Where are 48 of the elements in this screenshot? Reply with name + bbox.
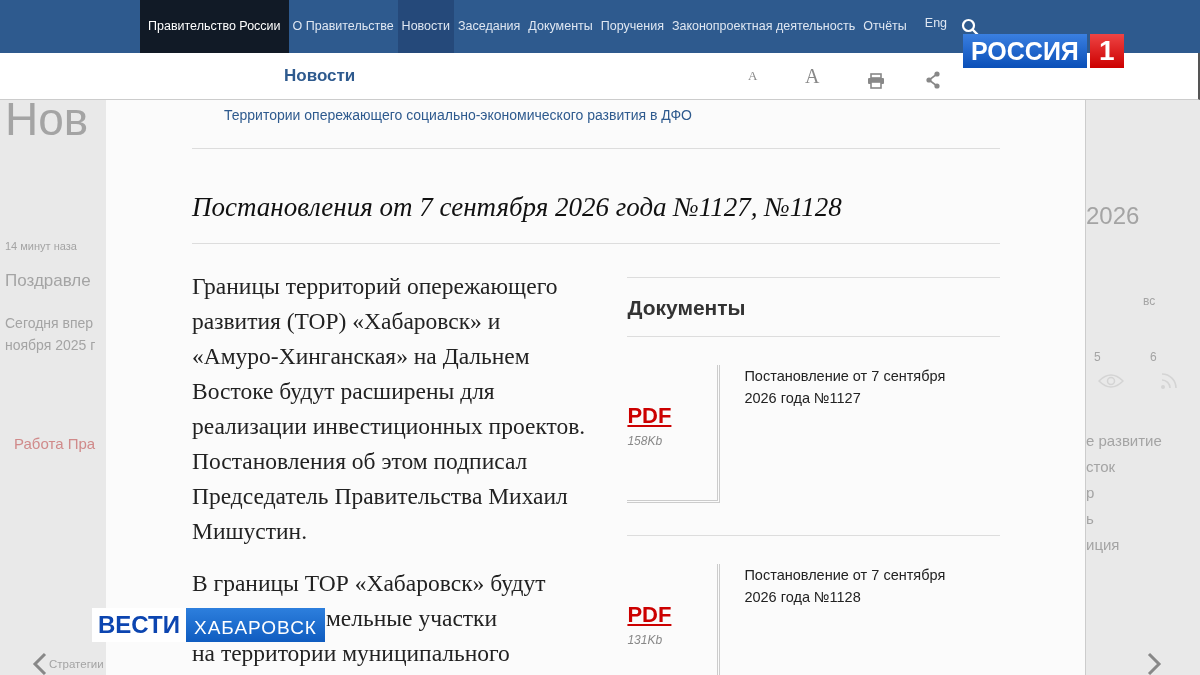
faded-text: Стратегии	[49, 657, 104, 672]
print-icon[interactable]	[867, 73, 885, 90]
font-decrease-button[interactable]: A	[748, 66, 758, 86]
channel-logo-number: 1	[1089, 34, 1124, 68]
document-title: Постановление от 7 сентября 2026 года №1127	[744, 366, 947, 408]
nav-link[interactable]: Отчёты	[859, 0, 911, 53]
region-caption: ХАБАРОВСК	[186, 608, 325, 642]
article-text-line: на территории муниципального	[192, 639, 511, 669]
faded-text: иция	[1086, 535, 1120, 555]
nav-link[interactable]: Правительство России	[140, 0, 289, 53]
article-title: Постановления от 7 сентября 2026 года №1127, №1128	[192, 191, 843, 224]
share-icon[interactable]	[925, 71, 941, 90]
breadcrumb-link[interactable]: Территории опережающего социально-экономического развития в ДФО	[224, 100, 1000, 148]
nav-link[interactable]: Законопроектная деятельность	[667, 0, 860, 53]
nav-link[interactable]: Заседания	[454, 0, 525, 53]
section-title: Новости	[284, 65, 356, 88]
pdf-link[interactable]: PDF	[627, 398, 672, 432]
nav-link[interactable]: Eng	[920, 15, 952, 31]
article-paragraph: Границы территорий опережающего развития (ТОР) «Хабаровск» и «Амуро-Хинганская» на Дальнем Востоке будут расширены для реализации инвестиционных проектов. Постановления об этом подписал Председатель Правительства Михаил Мишустин.	[192, 272, 587, 547]
faded-text: ноября 2025 г	[5, 336, 96, 355]
nav-link[interactable]: Документы	[524, 0, 597, 53]
pdf-link[interactable]: PDF	[627, 597, 672, 631]
faded-text: е развитие	[1086, 431, 1162, 451]
program-caption: ВЕСТИ	[92, 608, 186, 642]
article-text-line: В границы ТОР «Хабаровск» будут	[192, 569, 547, 599]
channel-logo-name: РОССИЯ	[963, 34, 1087, 68]
article-text-line: мельные участки	[326, 604, 498, 634]
faded-text: вс	[1143, 293, 1156, 310]
file-size: 131Kb	[627, 631, 664, 649]
faded-text: 14 минут наза	[5, 239, 77, 254]
faded-text: ь	[1086, 509, 1094, 529]
faded-text: 5	[1094, 349, 1101, 366]
font-increase-button[interactable]: A	[805, 61, 820, 91]
faded-text: Работа Пра	[14, 434, 96, 454]
faded-text: Поздравле	[5, 270, 91, 292]
faded-text: р	[1086, 483, 1095, 503]
file-size: 158Kb	[627, 432, 664, 450]
faded-text: Нов	[5, 92, 89, 147]
nav-link[interactable]: Поручения	[596, 0, 668, 53]
faded-text: Сегодня впер	[5, 314, 94, 333]
faded-text: сток	[1086, 457, 1116, 477]
nav-link[interactable]: О Правительстве	[288, 0, 398, 53]
faded-text: 6	[1150, 349, 1157, 366]
nav-link[interactable]: Новости	[397, 0, 454, 53]
documents-heading: Документы	[627, 295, 747, 322]
search-icon[interactable]	[961, 17, 980, 36]
faded-text: 2026	[1086, 201, 1140, 231]
document-title: Постановление от 7 сентября 2026 года №1128	[744, 565, 947, 607]
